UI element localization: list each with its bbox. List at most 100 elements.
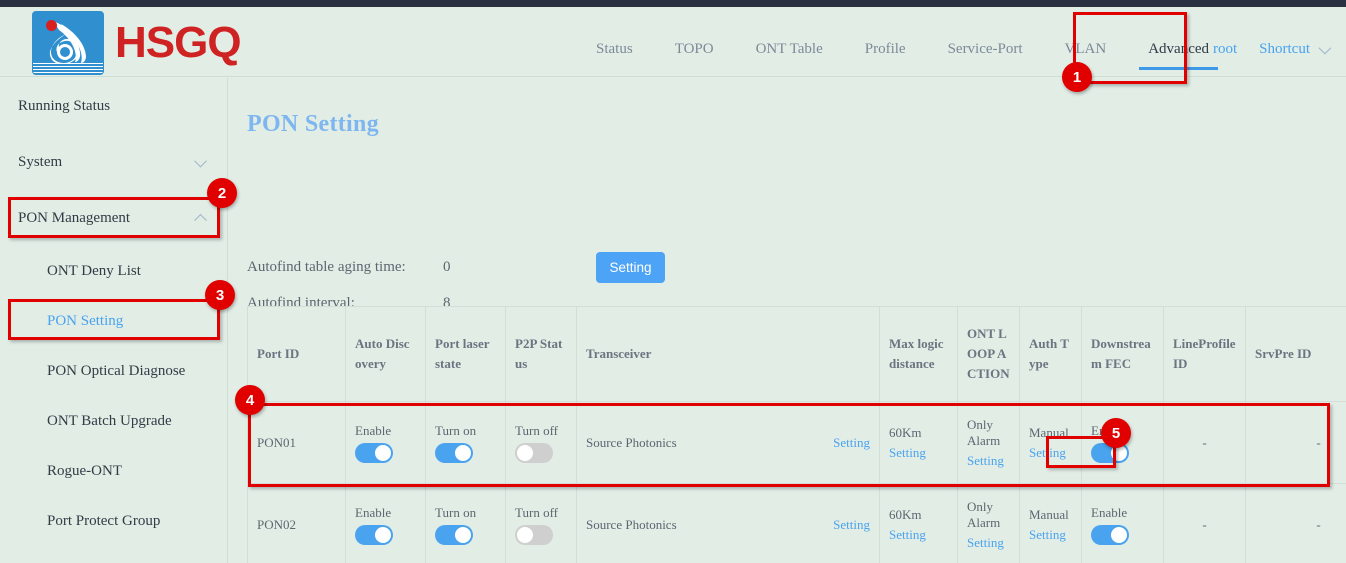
th-port-laser-state: Port laser state <box>426 307 506 402</box>
shortcut-label: Shortcut <box>1259 41 1310 58</box>
main-content: PON Setting Autofind table aging time: 0… <box>228 78 1346 563</box>
port-laser-state-toggle[interactable] <box>435 525 473 545</box>
cell-auto-discovery: Enable <box>346 484 426 563</box>
p2p-status-toggle[interactable] <box>515 525 553 545</box>
nav-item-profile[interactable]: Profile <box>844 14 927 84</box>
annotation-badge-1: 1 <box>1062 62 1092 92</box>
th-ont-loop-action: ONT LOOP ACTION <box>958 307 1020 402</box>
cell-ont-loop-action: Only Alarm Setting <box>958 484 1020 563</box>
ont-loop-action-setting-link[interactable]: Setting <box>967 453 1010 469</box>
cell-p2p-status: Turn off <box>506 484 577 563</box>
sidebar-item-pon-management[interactable]: PON Management <box>0 190 227 246</box>
auth-type-setting-link[interactable]: Setting <box>1029 527 1072 543</box>
cell-port-id: PON01 <box>248 402 346 484</box>
annotation-badge-4: 4 <box>235 385 265 415</box>
cell-transceiver: Source Photonics Setting <box>577 402 880 484</box>
auth-type-setting-link[interactable]: Setting <box>1029 445 1072 461</box>
pon-setting-page: HSGQ Status TOPO ONT Table Profile Servi… <box>0 0 1346 563</box>
water-droplet-logo-icon <box>33 12 103 74</box>
cell-ont-loop-action: Only Alarm Setting <box>958 402 1020 484</box>
page-title: PON Setting <box>247 111 379 138</box>
sidebar-label: ONT Deny List <box>47 263 141 280</box>
header-user-area: root Shortcut <box>1213 14 1328 84</box>
nav-item-service-port[interactable]: Service-Port <box>927 14 1044 84</box>
cell-max-logic-distance: 60Km Setting <box>880 484 958 563</box>
transceiver-value: Source Photonics <box>586 517 677 533</box>
sidebar-label: PON Optical Diagnose <box>47 363 185 380</box>
chevron-down-icon <box>1319 41 1332 54</box>
logo-stripes-icon <box>33 63 103 74</box>
cell-auto-discovery: Enable <box>346 402 426 484</box>
max-logic-distance-setting-link[interactable]: Setting <box>889 527 948 543</box>
cell-port-laser-state: Turn on <box>426 484 506 563</box>
th-transceiver: Transceiver <box>577 307 880 402</box>
sidebar-label: ONT Batch Upgrade <box>47 413 172 430</box>
shortcut-menu[interactable]: Shortcut <box>1259 41 1328 58</box>
chevron-up-icon <box>194 214 207 227</box>
port-laser-state-toggle[interactable] <box>435 443 473 463</box>
nav-item-topo[interactable]: TOPO <box>654 14 735 84</box>
brand-name: HSGQ <box>115 21 241 65</box>
main-nav: Status TOPO ONT Table Profile Service-Po… <box>575 14 1230 84</box>
cell-lineprofile-id: - <box>1164 402 1246 484</box>
setting-button[interactable]: Setting <box>596 252 665 283</box>
auto-discovery-toggle[interactable] <box>355 443 393 463</box>
max-logic-distance-value: 60Km <box>889 425 948 441</box>
table-header-row: Port ID Auto Discovery Port laser state … <box>248 307 1346 402</box>
cell-lineprofile-id: - <box>1164 484 1246 563</box>
ont-loop-action-setting-link[interactable]: Setting <box>967 535 1010 551</box>
p2p-status-toggle[interactable] <box>515 443 553 463</box>
transceiver-value: Source Photonics <box>586 435 677 451</box>
auto-discovery-label: Enable <box>355 423 416 439</box>
cell-downstream-fec: Enable <box>1082 484 1164 563</box>
nav-item-status[interactable]: Status <box>575 14 654 84</box>
logo-red-dot-icon <box>46 20 57 31</box>
table-row-pon01: PON01 Enable Turn on <box>248 402 1346 484</box>
th-p2p-status: P2P Status <box>506 307 577 402</box>
sidebar-item-pon-setting[interactable]: PON Setting <box>0 296 227 346</box>
port-laser-state-label: Turn on <box>435 423 496 439</box>
pon-table-scroll[interactable]: Port ID Auto Discovery Port laser state … <box>247 306 1346 563</box>
cell-srvpre-id: - <box>1246 484 1346 563</box>
toggle-knob-icon <box>517 527 533 543</box>
sidebar-item-ont-deny-list[interactable]: ONT Deny List <box>0 246 227 296</box>
app-header: HSGQ Status TOPO ONT Table Profile Servi… <box>0 7 1346 77</box>
sidebar-item-pon-optical-diagnose[interactable]: PON Optical Diagnose <box>0 346 227 396</box>
p2p-status-label: Turn off <box>515 423 567 439</box>
cell-auth-type: Manual Setting <box>1020 402 1082 484</box>
nav-item-ont-table[interactable]: ONT Table <box>735 14 844 84</box>
top-accent-bar <box>0 0 1346 7</box>
sidebar-item-system[interactable]: System <box>0 134 227 190</box>
autofind-aging-time-label: Autofind table aging time: <box>247 259 406 276</box>
brand-logo[interactable]: HSGQ <box>33 12 241 74</box>
autofind-aging-time-value: 0 <box>443 259 451 276</box>
sidebar-item-port-protect-group[interactable]: Port Protect Group <box>0 496 227 546</box>
transceiver-setting-link[interactable]: Setting <box>833 435 870 451</box>
cell-auth-type: Manual Setting <box>1020 484 1082 563</box>
cell-srvpre-id: - <box>1246 402 1346 484</box>
user-name-label[interactable]: root <box>1213 41 1237 58</box>
sidebar-item-ont-batch-upgrade[interactable]: ONT Batch Upgrade <box>0 396 227 446</box>
chevron-down-icon <box>194 155 207 168</box>
max-logic-distance-value: 60Km <box>889 507 948 523</box>
transceiver-setting-link[interactable]: Setting <box>833 517 870 533</box>
th-max-logic-distance: Max logic distance <box>880 307 958 402</box>
annotation-badge-2: 2 <box>207 178 237 208</box>
cell-max-logic-distance: 60Km Setting <box>880 402 958 484</box>
th-auto-discovery: Auto Discovery <box>346 307 426 402</box>
downstream-fec-toggle[interactable] <box>1091 525 1129 545</box>
cell-transceiver: Source Photonics Setting <box>577 484 880 563</box>
toggle-knob-icon <box>455 527 471 543</box>
pon-table: Port ID Auto Discovery Port laser state … <box>247 306 1346 563</box>
sidebar-label: Rogue-ONT <box>47 463 122 480</box>
p2p-status-label: Turn off <box>515 505 567 521</box>
max-logic-distance-setting-link[interactable]: Setting <box>889 445 948 461</box>
auto-discovery-toggle[interactable] <box>355 525 393 545</box>
sidebar-label: Running Status <box>18 98 110 115</box>
ont-loop-action-value: Only Alarm <box>967 417 1010 449</box>
sidebar-item-rogue-ont[interactable]: Rogue-ONT <box>0 446 227 496</box>
sidebar-label: System <box>18 154 62 171</box>
annotation-badge-3: 3 <box>205 280 235 310</box>
sidebar-item-running-status[interactable]: Running Status <box>0 78 227 134</box>
cell-port-laser-state: Turn on <box>426 402 506 484</box>
